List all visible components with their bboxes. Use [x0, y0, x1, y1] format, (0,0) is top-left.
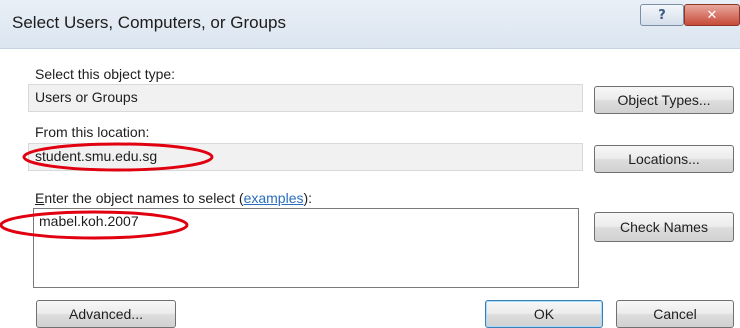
locations-button[interactable]: Locations... — [594, 145, 734, 173]
object-types-button[interactable]: Object Types... — [594, 86, 734, 114]
window-title: Select Users, Computers, or Groups — [12, 13, 286, 32]
check-names-button[interactable]: Check Names — [594, 212, 734, 242]
object-names-label-text: nter the object names to select ( — [44, 190, 244, 206]
help-button[interactable]: ? — [640, 4, 684, 26]
close-icon: ✕ — [706, 7, 718, 23]
close-button[interactable]: ✕ — [684, 4, 740, 26]
object-names-input[interactable] — [33, 208, 579, 288]
help-icon: ? — [658, 7, 666, 23]
object-names-label: Enter the object names to select (exampl… — [35, 190, 312, 206]
object-type-label: Select this object type: — [35, 66, 176, 82]
accelerator-key: E — [35, 190, 45, 206]
object-type-field: Users or Groups — [28, 84, 583, 112]
location-label: From this location: — [35, 124, 150, 140]
location-field: student.smu.edu.sg — [28, 143, 583, 171]
object-names-label-end: ): — [303, 190, 313, 206]
title-bar: Select Users, Computers, or Groups ? ✕ — [0, 0, 740, 49]
examples-link[interactable]: examples — [244, 190, 304, 206]
